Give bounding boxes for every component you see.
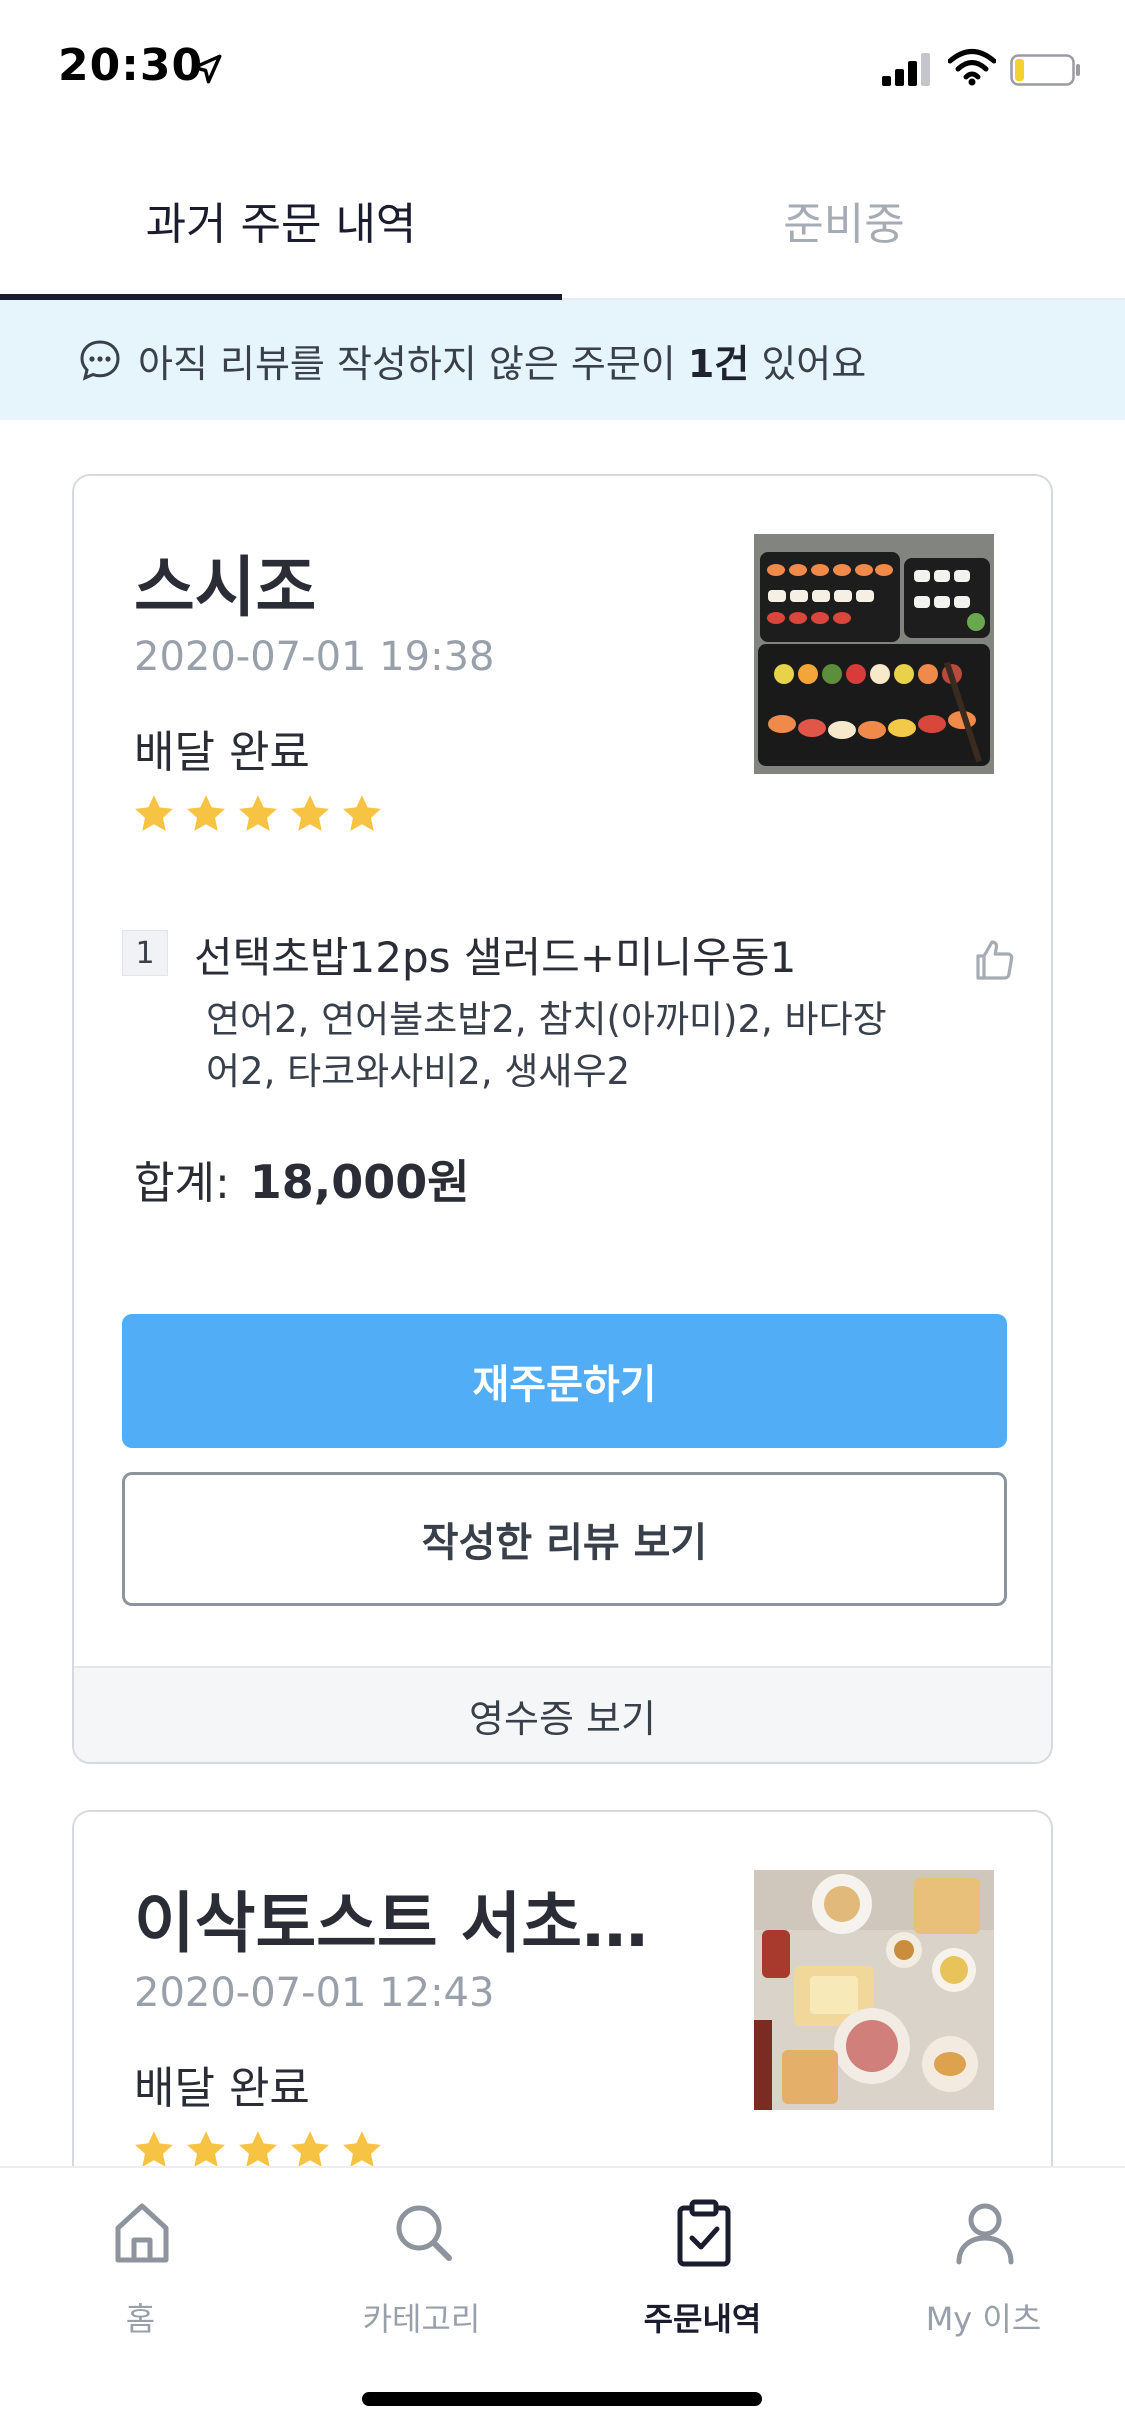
star-rating (132, 792, 384, 836)
nav-label-my-eats: My 이츠 (925, 2300, 1042, 2338)
notice-prefix: 아직 리뷰를 작성하지 않은 주문이 (138, 341, 688, 386)
nav-label-home: 홈 (125, 2300, 156, 2338)
order-card: 스시조 2020-07-01 19:38 배달 완료 1 선택초밥12ps 샐러… (72, 474, 1053, 1764)
clipboard-check-icon (677, 2199, 731, 2267)
order-total: 합계: 18,000원 (134, 1146, 470, 1212)
tab-past-orders[interactable]: 과거 주문 내역 (0, 140, 562, 300)
location-arrow-icon (192, 54, 222, 84)
store-name[interactable]: 이삭토스트 서초… (134, 1870, 648, 1966)
star-icon (239, 795, 277, 831)
order-status: 배달 완료 (134, 727, 310, 778)
notice-suffix: 있어요 (749, 341, 867, 386)
nav-item-my-eats[interactable]: My 이츠 (843, 2198, 1124, 2348)
menu-item-name: 선택초밥12ps 샐러드+미니우동1 (194, 933, 797, 982)
reorder-button[interactable]: 재주문하기 (122, 1314, 1007, 1448)
status-time: 20:30 (58, 40, 204, 91)
thumbs-up-icon[interactable] (970, 936, 1018, 984)
view-review-button[interactable]: 작성한 리뷰 보기 (122, 1472, 1007, 1606)
search-icon (396, 2205, 452, 2261)
star-icon (291, 795, 329, 831)
nav-label-orders: 주문내역 (643, 2300, 762, 2338)
tab-preparing[interactable]: 준비중 (563, 140, 1125, 300)
cellular-signal-icon (882, 53, 930, 86)
home-icon (115, 2203, 169, 2263)
view-receipt-button[interactable]: 영수증 보기 (74, 1666, 1051, 1762)
store-name[interactable]: 스시조 (134, 534, 316, 630)
nav-item-category[interactable]: 카테고리 (281, 2198, 562, 2348)
nav-item-orders[interactable]: 주문내역 (562, 2198, 843, 2348)
order-date: 2020-07-01 19:38 (134, 634, 495, 680)
total-value: 18,000원 (249, 1155, 470, 1209)
sushi-food-image (754, 534, 994, 774)
star-icon (135, 795, 173, 831)
home-indicator[interactable] (362, 2392, 762, 2406)
total-label: 합계: (134, 1158, 230, 1209)
wifi-icon (948, 49, 996, 86)
battery-icon (1010, 54, 1080, 86)
nav-item-home[interactable]: 홈 (0, 2198, 281, 2348)
review-notice-banner[interactable]: 아직 리뷰를 작성하지 않은 주문이 1건 있어요 (0, 300, 1125, 420)
order-status: 배달 완료 (134, 2063, 310, 2114)
order-date: 2020-07-01 12:43 (134, 1970, 495, 2016)
item-quantity-badge: 1 (122, 930, 168, 976)
notice-count: 1건 (687, 341, 750, 386)
toast-food-image (754, 1870, 994, 2110)
status-bar: 20:30 (0, 0, 1125, 140)
star-icon (187, 795, 225, 831)
notice-text: 아직 리뷰를 작성하지 않은 주문이 1건 있어요 (138, 333, 866, 388)
star-icon (343, 795, 381, 831)
chat-bubble-icon (80, 340, 120, 381)
nav-label-category: 카테고리 (362, 2300, 481, 2338)
order-tabs: 과거 주문 내역 준비중 (0, 140, 1125, 300)
menu-item-options: 연어2, 연어불초밥2, 참치(아까미)2, 바다장어2, 타코와사비2, 생새… (206, 998, 887, 1093)
person-icon (956, 2203, 1014, 2265)
